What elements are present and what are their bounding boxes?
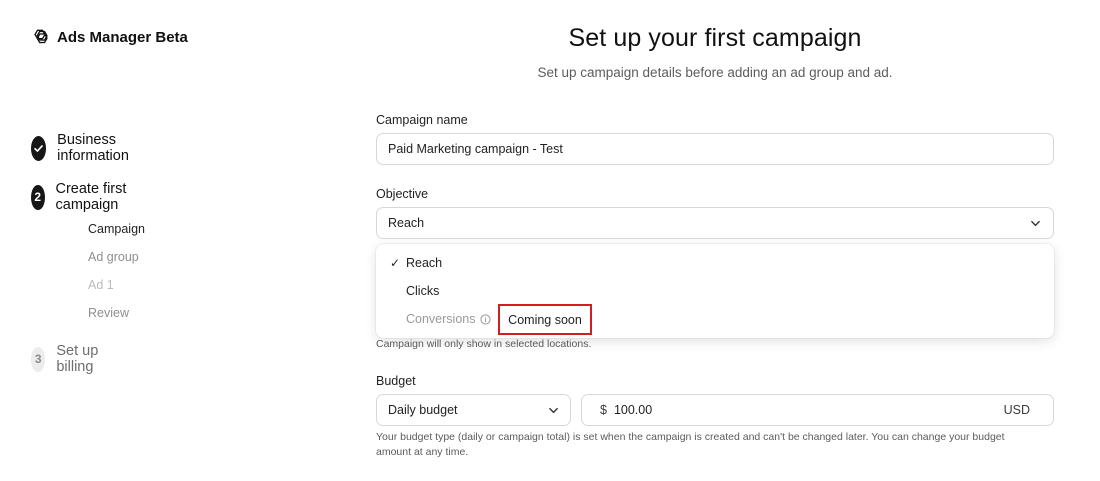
objective-selected-value: Reach [388,216,425,230]
page-subtitle: Set up campaign details before adding an… [537,65,893,80]
budget-amount-input[interactable]: $ 100.00 USD [581,394,1054,426]
step-create-first-campaign[interactable]: 2 Create first campaign [31,181,130,213]
objective-label: Objective [376,187,429,201]
substep-list: Campaign Ad group Ad 1 Review [88,221,145,333]
step-number: 2 [31,184,45,210]
objective-dropdown-menu: ✓ Reach Clicks Conversions [376,244,1054,338]
option-clicks[interactable]: Clicks [406,284,439,298]
step-business-information[interactable]: Business information [31,132,139,164]
step-label: Set up billing [56,343,99,375]
budget-helper-text: Your budget type (daily or campaign tota… [376,430,1054,460]
brand: Ads Manager Beta [30,27,188,47]
coming-soon-badge: Coming soon [498,304,592,335]
option-label: Conversions [406,312,476,326]
checkmark-icon: ✓ [390,256,401,270]
campaign-name-input[interactable]: Paid Marketing campaign - Test [376,133,1054,165]
page-title: Set up your first campaign [568,24,862,52]
location-helper-text: Campaign will only show in selected loca… [376,338,592,350]
campaign-name-label: Campaign name [376,113,468,127]
substep-campaign[interactable]: Campaign [88,221,145,249]
step-check-icon [31,135,47,161]
currency-symbol: $ [600,403,607,417]
step-label: Business information [57,132,129,164]
budget-type-select[interactable]: Daily budget [376,394,571,426]
step-number: 3 [31,346,46,372]
option-label: Clicks [406,284,440,298]
chevron-down-icon [549,407,558,414]
budget-helper-line-1: Your budget type (daily or campaign tota… [376,431,1005,443]
option-reach[interactable]: ✓ Reach [390,256,443,270]
step-label: Create first campaign [55,181,127,213]
logo-icon [34,29,48,44]
step-set-up-billing[interactable]: 3 Set up billing [31,343,104,375]
app-title: Ads Manager Beta [57,28,188,46]
currency-code: USD [1003,403,1030,417]
option-conversions: Conversions [406,312,492,326]
chevron-down-icon [1031,220,1040,227]
budget-type-value: Daily budget [388,403,458,417]
substep-review[interactable]: Review [88,305,145,333]
substep-ad-group[interactable]: Ad group [88,249,145,277]
budget-helper-line-2: amount at any time. [376,446,469,458]
campaign-name-value: Paid Marketing campaign - Test [388,142,563,156]
option-label: Reach [406,256,443,270]
budget-label: Budget [376,374,416,388]
substep-ad-1: Ad 1 [88,278,114,292]
budget-amount-value: 100.00 [613,403,653,417]
objective-select[interactable]: Reach [376,207,1054,239]
info-icon[interactable] [480,313,492,325]
